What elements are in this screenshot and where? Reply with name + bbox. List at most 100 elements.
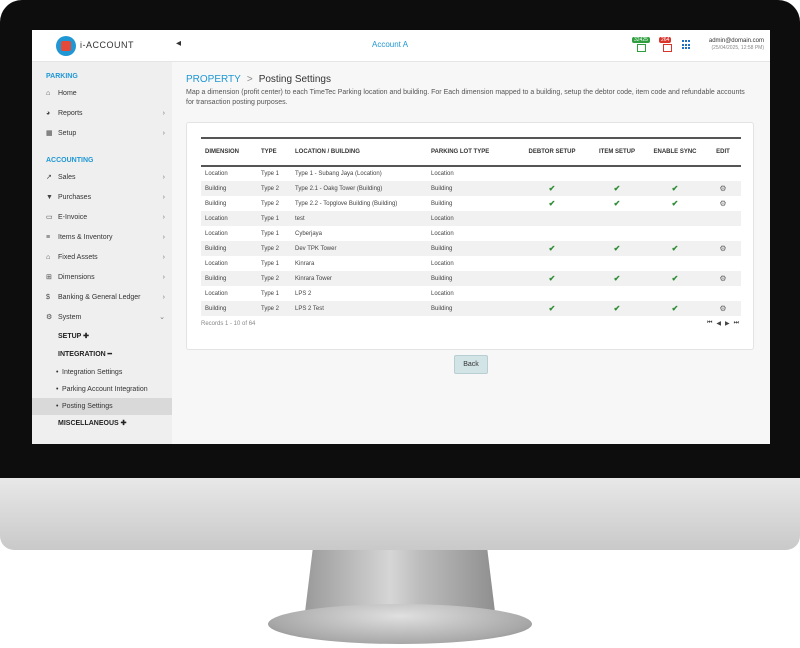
dimension-cell: Location (201, 211, 257, 226)
item-setup-cell (589, 166, 645, 181)
edit-cell (705, 211, 741, 226)
submenu-integration[interactable]: INTEGRATION ━ (32, 346, 172, 364)
sidebar-item-label: Reports (58, 110, 83, 117)
check-icon: ✔ (671, 304, 679, 313)
next-page-icon[interactable]: ▶ (725, 320, 730, 327)
list-icon: ≡ (46, 234, 51, 241)
sidebar-item-purchases[interactable]: ▼ Purchases › (32, 188, 172, 208)
column-header: PARKING LOT TYPE (427, 137, 515, 167)
debtor-setup-cell: ✔ (515, 271, 589, 286)
enable-sync-cell: ✔ (645, 196, 705, 211)
item-setup-cell: ✔ (589, 181, 645, 196)
sidebar-item-sales[interactable]: ↗ Sales › (32, 168, 172, 188)
submenu-item-integration-settings[interactable]: Integration Settings (32, 364, 172, 381)
account-name[interactable]: Account A (372, 40, 408, 49)
submenu-miscellaneous[interactable]: MISCELLANEOUS ✚ (32, 415, 172, 433)
parking-lot-type-cell: Building (431, 200, 453, 207)
posting-settings-card: DIMENSION TYPE LOCATION / BUILDING PARKI… (186, 122, 754, 350)
type-cell: Type 2 (261, 200, 280, 207)
type-cell: Type 1 (257, 211, 291, 226)
edit-cell (705, 256, 741, 271)
sidebar-item-setup[interactable]: ▦ Setup › (32, 124, 172, 144)
column-header: DIMENSION (201, 137, 257, 167)
app-logo-icon[interactable] (56, 36, 76, 56)
dimension-cell: Building (205, 200, 227, 207)
sidebar-item-home[interactable]: ⌂ Home (32, 84, 172, 104)
monitor-stand-neck (305, 550, 495, 612)
back-button[interactable]: Back (454, 355, 488, 374)
sidebar-item-label: Dimensions (58, 274, 95, 281)
prev-page-icon[interactable]: ◀ (716, 320, 721, 327)
edit-cell: ⚙ (705, 301, 741, 316)
edit-cell: ⚙ (705, 241, 741, 256)
sidebar-item-label: Purchases (58, 194, 92, 201)
dimension-cell: Location (205, 290, 228, 297)
enable-sync-cell (645, 211, 705, 226)
type-cell: Type 2 (257, 271, 291, 286)
submenu-item-parking-account-integration[interactable]: Parking Account Integration (32, 381, 172, 398)
collapse-sidebar-icon[interactable]: ◂ (176, 38, 181, 49)
edit-cell: ⚙ (705, 181, 741, 196)
type-cell: Type 2 (257, 181, 291, 196)
main-content: PROPERTY > Posting Settings Map a dimensio… (172, 62, 770, 444)
breadcrumb-parent[interactable]: PROPERTY (186, 74, 241, 85)
red-notification-icon[interactable]: 264 (659, 37, 674, 52)
edit-cell (705, 226, 741, 241)
location-cell: Type 2.1 - Oakg Tower (Building) (291, 181, 427, 196)
green-notification-icon[interactable]: 32425 (632, 37, 650, 52)
sidebar-item-dimensions[interactable]: ⊞ Dimensions › (32, 268, 172, 288)
column-header: EDIT (705, 137, 741, 167)
gear-icon[interactable]: ⚙ (719, 304, 726, 313)
parking-lot-type-cell: Building (427, 271, 515, 286)
app-screen: i-ACCOUNT ◂ Account A 32425 264 admin@do… (32, 30, 770, 444)
monitor-stand-foot (268, 604, 532, 644)
first-page-icon[interactable]: ⏮ (707, 320, 712, 327)
sidebar-item-system[interactable]: ⚙ System ⌄ (32, 308, 172, 328)
sidebar-item-items-inventory[interactable]: ≡ Items & Inventory › (32, 228, 172, 248)
table-row: Building Type 2 Type 2.1 - Oakg Tower (Bui… (201, 181, 741, 196)
user-info[interactable]: admin@domain.com (25/04/2025, 12:58 PM) (702, 38, 764, 51)
dimension-cell: Location (205, 230, 228, 237)
debtor-setup-cell: ✔ (515, 181, 589, 196)
sidebar-item-label: Fixed Assets (58, 254, 98, 261)
chevron-right-icon: › (162, 110, 165, 117)
submenu-setup[interactable]: SETUP ✚ (32, 328, 172, 346)
check-icon: ✔ (548, 304, 556, 313)
sidebar-item-einvoice[interactable]: ▭ E-Invoice › (32, 208, 172, 228)
dimension-cell: Location (205, 171, 228, 177)
chevron-right-icon: › (162, 274, 165, 281)
box-icon (663, 44, 672, 52)
type-cell: Type 1 (261, 230, 280, 237)
table-row: Location Type 1 Kinrara Location (201, 256, 741, 271)
sidebar-item-fixed-assets[interactable]: ⌂ Fixed Assets › (32, 248, 172, 268)
table-row: Location Type 1 LPS 2 Location (201, 286, 741, 301)
check-icon: ✔ (613, 184, 621, 193)
type-cell: Type 2 (257, 241, 291, 256)
table-row: Location Type 1 test Location (201, 211, 741, 226)
apps-grid-icon[interactable] (682, 40, 692, 50)
enable-sync-cell (645, 286, 705, 301)
page-title: Posting Settings (258, 74, 331, 85)
last-page-icon[interactable]: ⏭ (734, 320, 739, 327)
submenu-item-posting-settings[interactable]: Posting Settings (32, 398, 172, 415)
item-setup-cell (589, 286, 645, 301)
sidebar-section-parking: PARKING (46, 73, 78, 80)
sidebar-item-reports[interactable]: ◕ Reports › (32, 104, 172, 124)
records-count: Records 1 - 10 of 64 (201, 321, 256, 327)
gear-icon[interactable]: ⚙ (719, 244, 726, 253)
check-icon: ✔ (671, 184, 679, 193)
gear-icon[interactable]: ⚙ (719, 274, 726, 283)
gear-icon[interactable]: ⚙ (719, 199, 726, 208)
check-icon: ✔ (548, 274, 556, 283)
gear-icon[interactable]: ⚙ (719, 184, 726, 193)
item-setup-cell (589, 211, 645, 226)
pie-chart-icon: ◕ (46, 110, 51, 117)
check-icon: ✔ (548, 199, 556, 208)
dimension-cell: Building (201, 301, 257, 316)
debtor-setup-cell: ✔ (515, 301, 589, 316)
sidebar-item-banking[interactable]: $ Banking & General Ledger › (32, 288, 172, 308)
enable-sync-cell (645, 166, 705, 181)
type-cell: Type 1 (261, 260, 280, 267)
column-header: ENABLE SYNC (645, 137, 705, 167)
chevron-right-icon: › (162, 294, 165, 301)
